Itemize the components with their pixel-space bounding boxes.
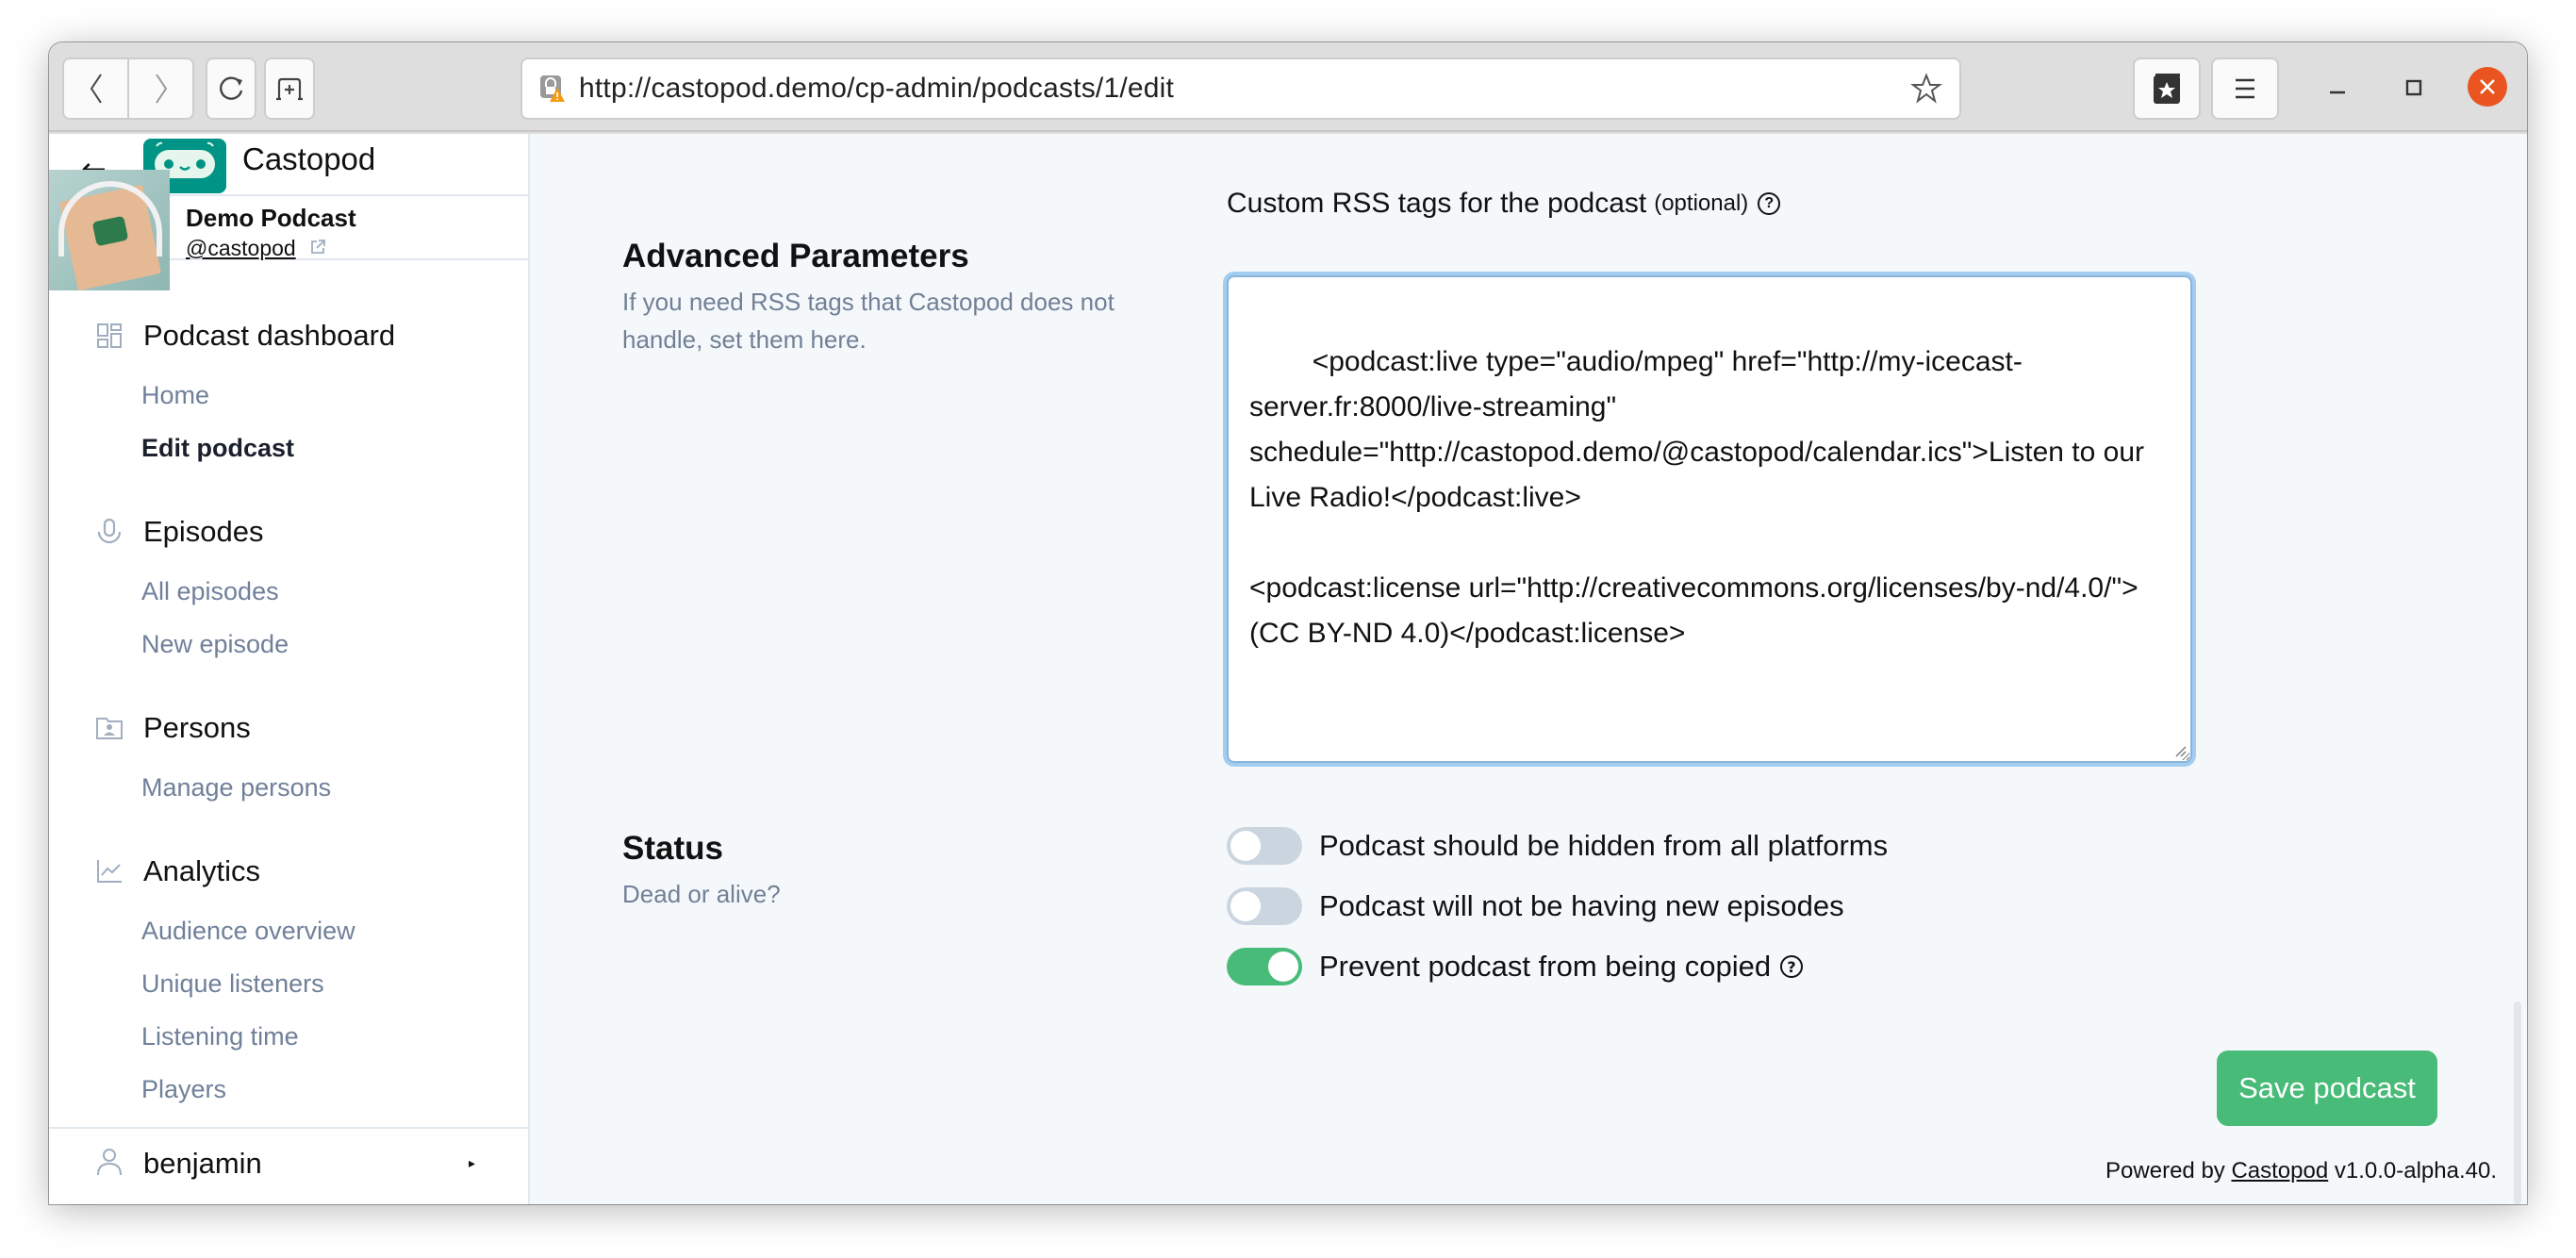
custom-rss-textarea[interactable]: <podcast:live type="audio/mpeg" href="ht… bbox=[1227, 275, 2192, 763]
sidebar-item-players[interactable]: Players bbox=[141, 1075, 226, 1104]
resize-grip-icon[interactable] bbox=[2173, 744, 2187, 757]
status-title: Status bbox=[622, 830, 723, 867]
user-menu-button[interactable]: benjamin ▸ bbox=[96, 1147, 520, 1181]
castopod-link[interactable]: Castopod bbox=[2231, 1158, 2328, 1184]
insecure-lock-icon bbox=[540, 75, 565, 102]
brand-name[interactable]: Castopod bbox=[242, 141, 375, 177]
close-icon bbox=[2480, 79, 2495, 94]
sidebar-section-episodes[interactable]: Episodes bbox=[96, 515, 264, 549]
toggle-complete-switch[interactable] bbox=[1227, 887, 1302, 925]
sidebar-section-persons[interactable]: Persons bbox=[96, 711, 251, 745]
url-text[interactable]: http://castopod.demo/cp-admin/podcasts/1… bbox=[579, 73, 1174, 105]
custom-rss-label: Custom RSS tags for the podcast (optiona… bbox=[1227, 188, 1781, 220]
sidebar-item-home[interactable]: Home bbox=[141, 381, 209, 410]
sidebar-item-all-episodes[interactable]: All episodes bbox=[141, 577, 279, 606]
sidebar-section-label: Persons bbox=[143, 711, 251, 744]
star-icon[interactable] bbox=[1910, 73, 1942, 105]
hamburger-menu-icon bbox=[2236, 78, 2254, 99]
sidebar-item-audience-overview[interactable]: Audience overview bbox=[141, 917, 355, 946]
sidebar-section-podcast-dashboard[interactable]: Podcast dashboard bbox=[96, 319, 395, 353]
dashboard-icon bbox=[96, 323, 123, 349]
maximize-icon bbox=[2405, 79, 2422, 96]
save-podcast-button[interactable]: Save podcast bbox=[2217, 1051, 2437, 1126]
toggle-lock-label: Prevent podcast from being copied bbox=[1319, 950, 1772, 983]
menu-button[interactable] bbox=[2211, 58, 2279, 120]
user-icon bbox=[96, 1148, 123, 1180]
sidebar-section-label: Episodes bbox=[143, 515, 264, 548]
browser-window: http://castopod.demo/cp-admin/podcasts/1… bbox=[49, 42, 2527, 1204]
toggle-lock-row[interactable]: Prevent podcast from being copied ? bbox=[1227, 948, 1804, 985]
minimize-button[interactable] bbox=[2319, 69, 2356, 107]
toggle-hidden-row[interactable]: Podcast should be hidden from all platfo… bbox=[1227, 827, 1888, 865]
browser-toolbar: http://castopod.demo/cp-admin/podcasts/1… bbox=[49, 42, 2527, 132]
status-description: Dead or alive? bbox=[622, 880, 781, 908]
sidebar: ← Castopod Demo Podcast @castopod Podcas… bbox=[49, 134, 530, 1204]
back-button[interactable] bbox=[64, 59, 127, 118]
new-tab-icon bbox=[276, 77, 303, 101]
bookmarks-library-icon bbox=[2154, 74, 2180, 104]
maximize-button[interactable] bbox=[2395, 69, 2433, 107]
page-content: ← Castopod Demo Podcast @castopod Podcas… bbox=[49, 134, 2527, 1204]
sidebar-item-edit-podcast[interactable]: Edit podcast bbox=[141, 434, 294, 463]
sidebar-divider bbox=[49, 1127, 528, 1129]
sidebar-item-unique-listeners[interactable]: Unique listeners bbox=[141, 969, 324, 999]
url-bar[interactable]: http://castopod.demo/cp-admin/podcasts/1… bbox=[520, 58, 1961, 120]
sidebar-item-listening-time[interactable]: Listening time bbox=[141, 1022, 299, 1051]
custom-rss-label-text: Custom RSS tags for the podcast bbox=[1227, 188, 1647, 219]
page-scrollbar[interactable] bbox=[2514, 1001, 2521, 1204]
toggle-hidden-switch[interactable] bbox=[1227, 827, 1302, 865]
podcast-title: Demo Podcast bbox=[186, 204, 356, 232]
reload-button[interactable] bbox=[206, 58, 256, 120]
advanced-parameters-title: Advanced Parameters bbox=[622, 238, 969, 274]
caret-right-icon: ▸ bbox=[468, 1156, 475, 1171]
nav-button-group bbox=[62, 58, 194, 120]
sidebar-item-manage-persons[interactable]: Manage persons bbox=[141, 773, 331, 803]
sidebar-section-label: Podcast dashboard bbox=[143, 319, 396, 352]
external-link-icon bbox=[311, 240, 325, 254]
footer-version: v1.0.0-alpha.40. bbox=[2328, 1158, 2497, 1184]
help-icon[interactable]: ? bbox=[1758, 192, 1781, 215]
podcast-handle-link[interactable]: @castopod bbox=[186, 236, 296, 261]
toggle-complete-row[interactable]: Podcast will not be having new episodes bbox=[1227, 887, 1844, 925]
sidebar-section-analytics[interactable]: Analytics bbox=[96, 854, 260, 888]
footer-prefix: Powered by bbox=[2105, 1158, 2232, 1184]
sidebar-item-new-episode[interactable]: New episode bbox=[141, 630, 289, 659]
library-button[interactable] bbox=[2133, 58, 2201, 120]
chevron-left-icon bbox=[90, 74, 102, 104]
footer: Powered by Castopod v1.0.0-alpha.40. bbox=[2105, 1158, 2497, 1184]
chevron-right-icon bbox=[155, 74, 167, 104]
toggle-complete-label: Podcast will not be having new episodes bbox=[1319, 889, 1844, 922]
sidebar-section-label: Analytics bbox=[143, 854, 261, 887]
custom-rss-value[interactable]: <podcast:live type="audio/mpeg" href="ht… bbox=[1249, 346, 2152, 649]
toggle-hidden-label: Podcast should be hidden from all platfo… bbox=[1319, 829, 1889, 862]
microphone-icon bbox=[96, 519, 123, 545]
close-window-button[interactable] bbox=[2468, 67, 2507, 107]
line-chart-icon bbox=[96, 858, 123, 885]
minimize-icon bbox=[2330, 91, 2345, 94]
help-icon[interactable]: ? bbox=[1780, 955, 1804, 978]
reload-icon bbox=[220, 76, 243, 100]
optional-tag: (optional) bbox=[1654, 190, 1749, 216]
persons-folder-icon bbox=[96, 715, 123, 741]
toggle-lock-switch[interactable] bbox=[1227, 948, 1302, 985]
user-name: benjamin bbox=[143, 1147, 262, 1180]
podcast-cover-image bbox=[49, 170, 170, 290]
advanced-parameters-description: If you need RSS tags that Castopod does … bbox=[622, 288, 1115, 354]
new-tab-button[interactable] bbox=[264, 58, 315, 120]
forward-button[interactable] bbox=[127, 59, 192, 118]
